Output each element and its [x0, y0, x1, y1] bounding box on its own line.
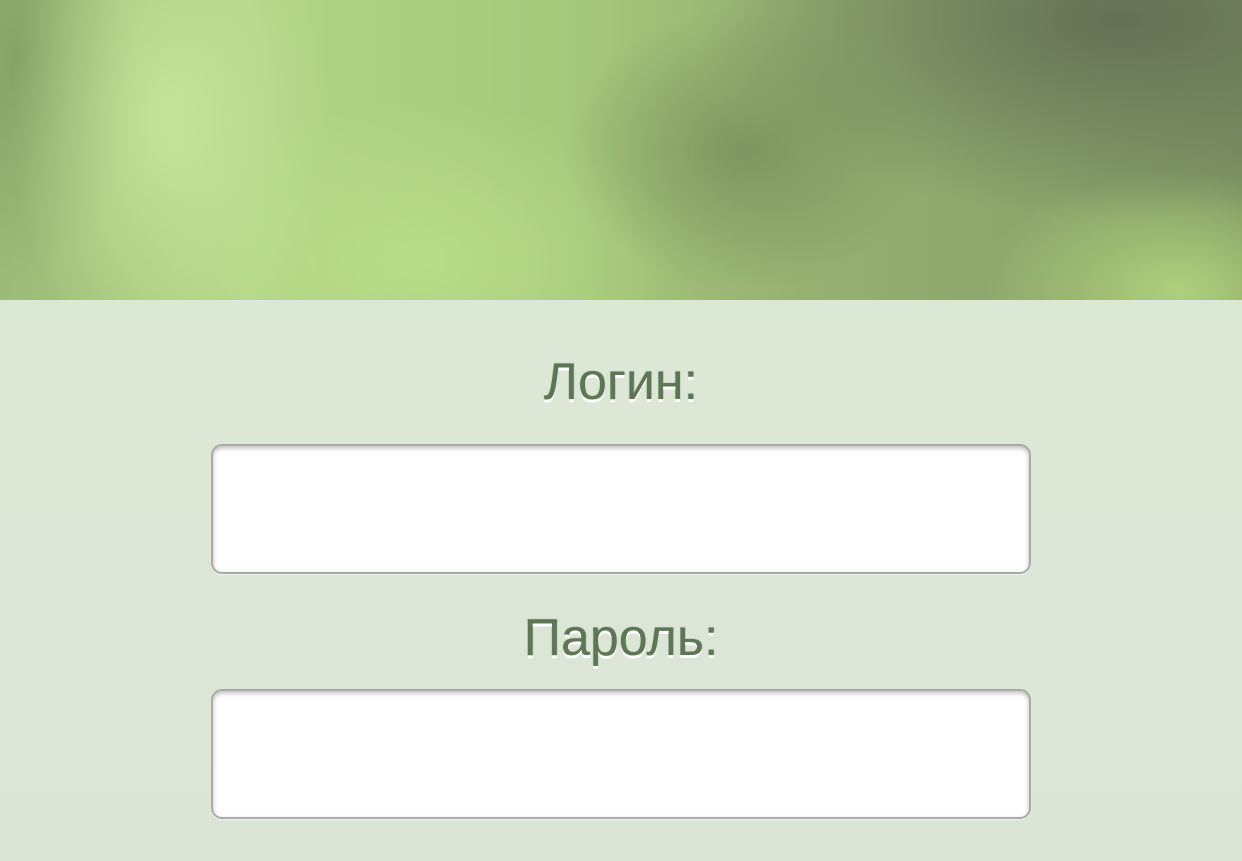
login-input[interactable] [211, 444, 1031, 574]
header-banner-image [0, 0, 1242, 300]
login-page: Логин: Пароль: [0, 0, 1242, 861]
login-form: Логин: Пароль: [0, 300, 1242, 861]
password-label: Пароль: [523, 609, 719, 667]
password-input[interactable] [211, 689, 1031, 819]
login-label: Логин: [543, 353, 699, 411]
